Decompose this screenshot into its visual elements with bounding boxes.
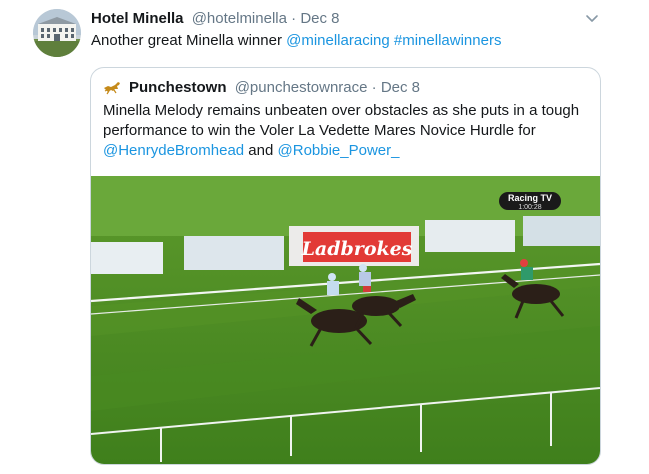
race-video-frame: Ladbrokes bbox=[91, 176, 600, 464]
avatar-hotel-image bbox=[33, 9, 81, 57]
channel-name: Racing TV bbox=[507, 193, 552, 203]
quoted-text: Minella Melody remains unbeaten over obs… bbox=[103, 101, 583, 161]
mention-link[interactable]: @minellaracing bbox=[286, 32, 390, 49]
quoted-text-part-2: and bbox=[244, 142, 278, 159]
author-handle[interactable]: @hotelminella bbox=[192, 10, 287, 27]
video-clock: 1:00:28 bbox=[518, 204, 542, 211]
tweet-text-plain: Another great Minella winner bbox=[91, 32, 282, 49]
chevron-down-icon[interactable] bbox=[583, 10, 601, 28]
video-player[interactable]: Ladbrokes Racing TV 1:00:28 bbox=[91, 176, 600, 464]
tweet-text: Another great Minella winner @minellarac… bbox=[91, 31, 501, 51]
racing-tv-logo: Racing TV 1:00:28 bbox=[499, 192, 561, 211]
tweet-date[interactable]: Dec 8 bbox=[300, 10, 339, 27]
quoted-text-part-1: Minella Melody remains unbeaten over obs… bbox=[103, 102, 580, 139]
hashtag-link[interactable]: #minellawinners bbox=[394, 32, 502, 49]
tweet-header: Hotel Minella @hotelminella · Dec 8 bbox=[91, 9, 631, 29]
separator-dot: · bbox=[291, 10, 297, 27]
quoted-header: Punchestown @punchestownrace · Dec 8 bbox=[103, 78, 420, 98]
quoted-tweet[interactable]: Punchestown @punchestownrace · Dec 8 Min… bbox=[90, 67, 601, 465]
quoted-separator-dot: · bbox=[371, 79, 377, 96]
avatar[interactable] bbox=[33, 9, 81, 57]
author-name[interactable]: Hotel Minella bbox=[91, 10, 184, 27]
quoted-mention-trainer[interactable]: @HenrydeBromhead bbox=[103, 142, 244, 159]
sponsor-board-text: Ladbrokes bbox=[301, 238, 413, 260]
quoted-author-name[interactable]: Punchestown bbox=[129, 79, 227, 96]
quoted-mention-jockey[interactable]: @Robbie_Power_ bbox=[278, 142, 400, 159]
horse-logo-icon bbox=[104, 82, 120, 95]
quoted-author-handle[interactable]: @punchestownrace bbox=[235, 79, 368, 96]
quoted-date[interactable]: Dec 8 bbox=[381, 79, 420, 96]
